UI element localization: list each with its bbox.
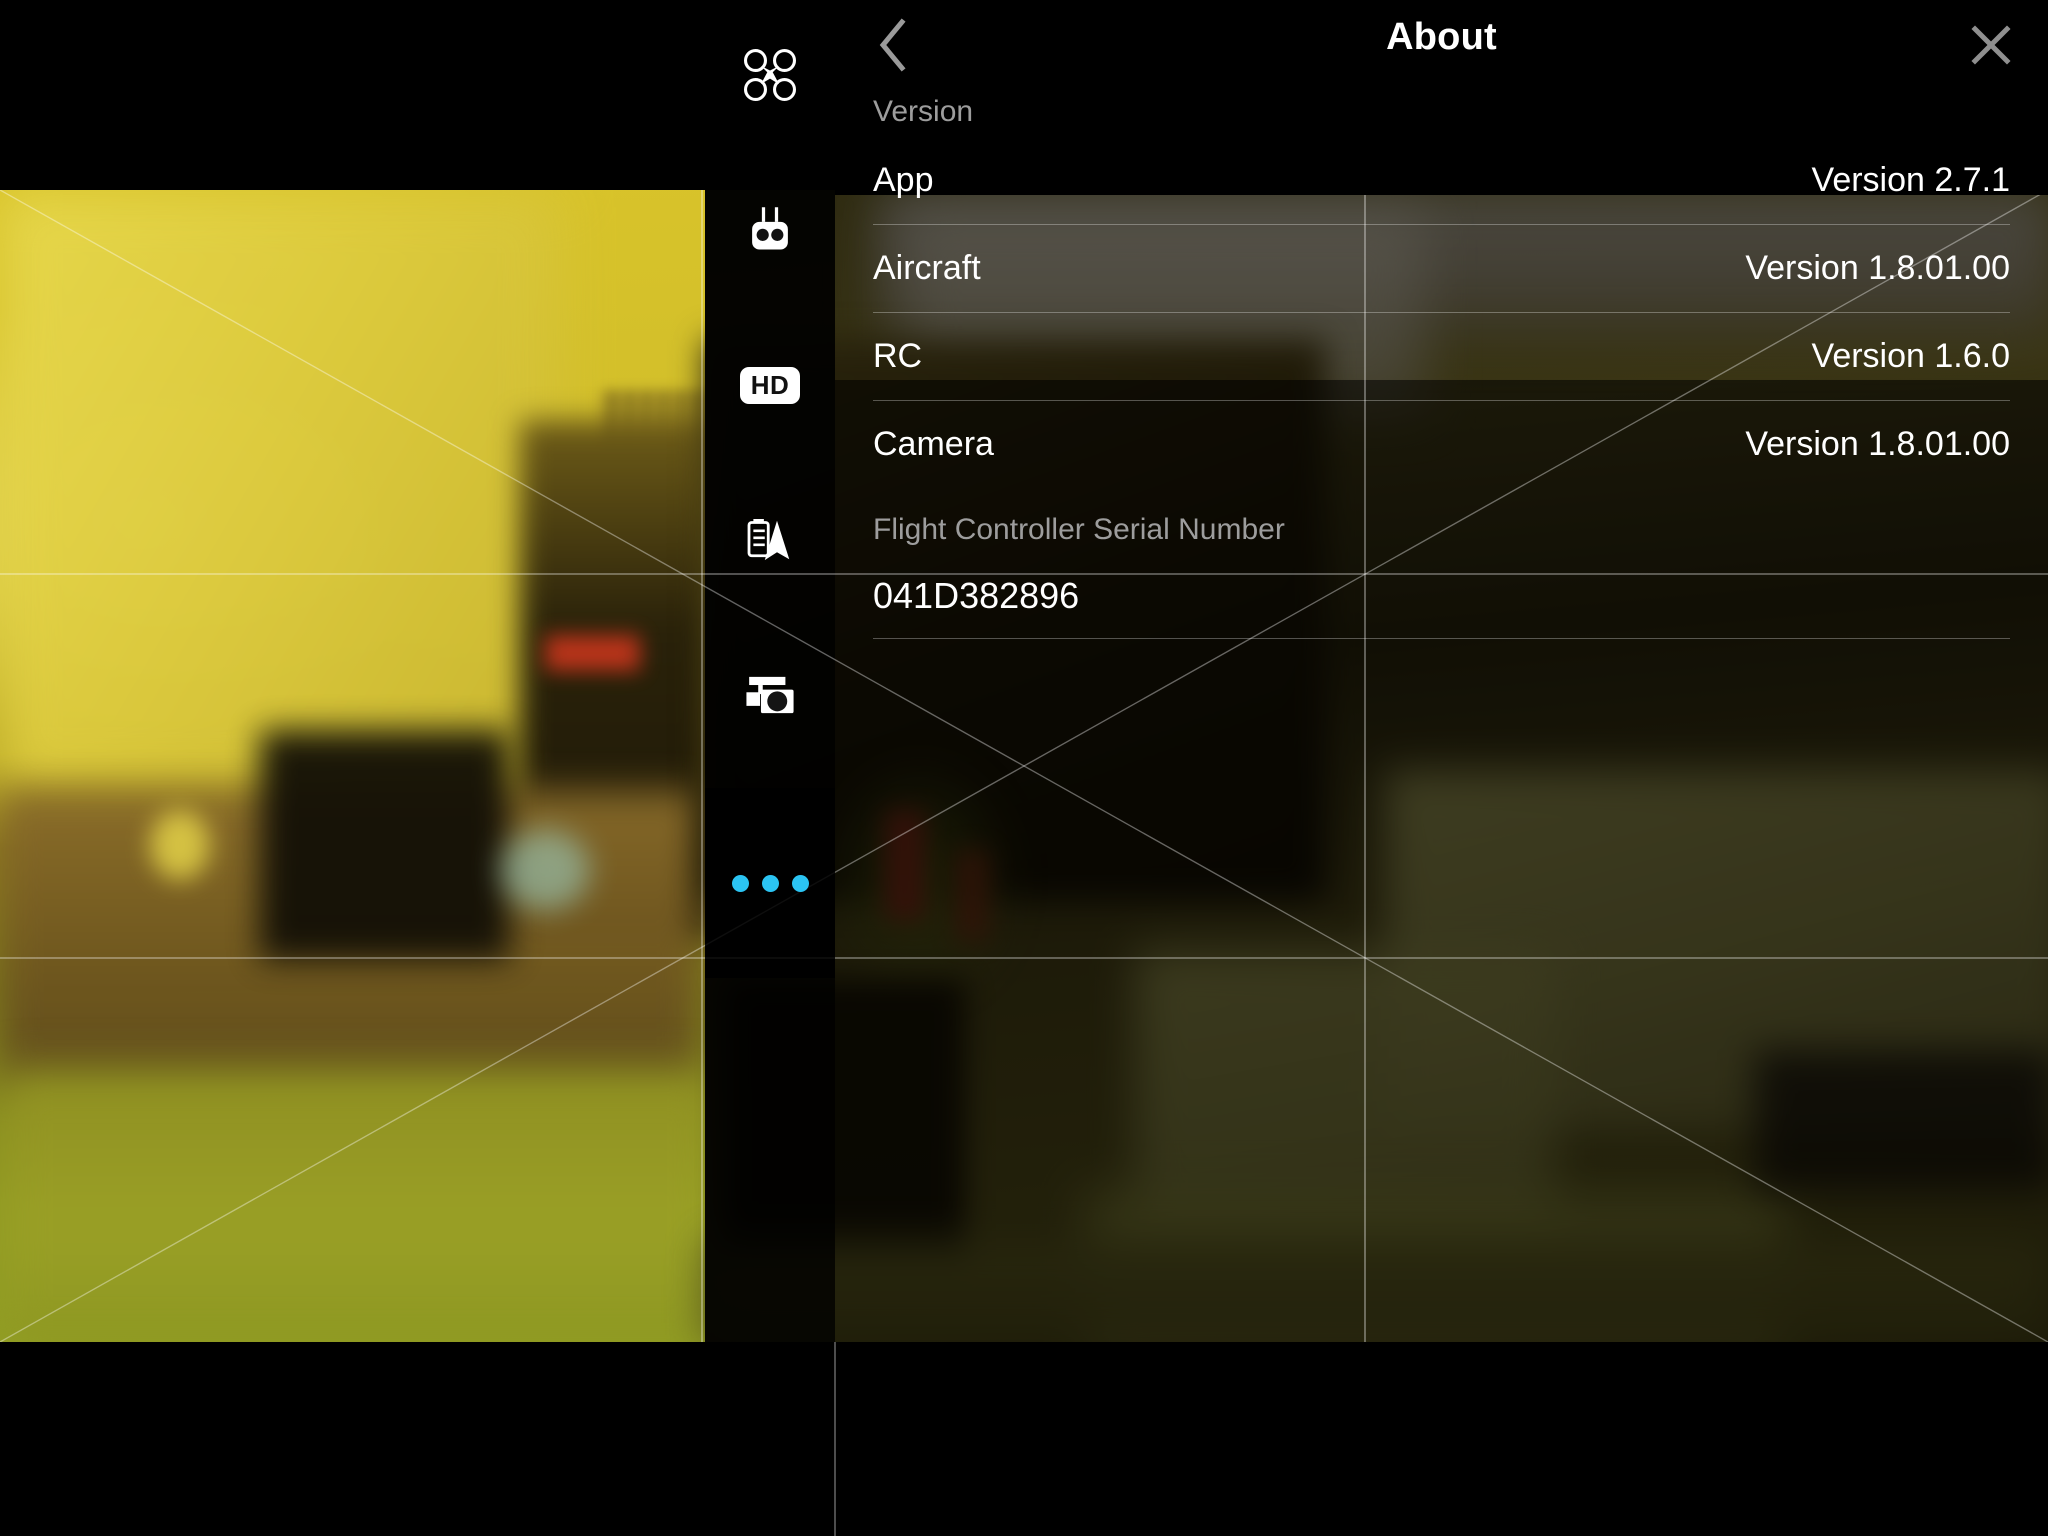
drone-icon	[743, 48, 797, 102]
serial-number-value: 041D382896	[873, 575, 1080, 616]
close-icon	[1971, 25, 2011, 65]
app-screen: HD About Version App Version 2.7.1 Aircr…	[0, 0, 2048, 1536]
sidebar-item-remote-controller[interactable]	[705, 165, 835, 295]
hd-badge-icon: HD	[739, 366, 801, 404]
row-value: Version 1.6.0	[1811, 336, 2010, 375]
close-button[interactable]	[1956, 10, 2026, 80]
row-value: Version 2.7.1	[1811, 160, 2010, 199]
row-divider	[873, 638, 2010, 639]
gimbal-camera-icon	[746, 676, 794, 714]
feed-yellow-object	[150, 810, 210, 880]
feed-wall	[0, 190, 560, 790]
row-label: RC	[873, 336, 923, 375]
feed-blue-object	[500, 830, 590, 910]
tool-sidebar: HD	[705, 0, 835, 1536]
feed-dark-box	[260, 730, 510, 960]
feed-floor	[0, 1070, 720, 1342]
sidebar-item-gimbal-camera[interactable]	[705, 630, 835, 760]
about-panel: About Version App Version 2.7.1 Aircraft…	[835, 0, 2048, 1536]
feed-red-object	[545, 635, 640, 671]
sidebar-item-image-quality[interactable]: HD	[705, 320, 835, 450]
about-row-app[interactable]: App Version 2.7.1	[835, 136, 2048, 224]
version-section-label: Version	[873, 95, 974, 128]
row-value: Version 1.8.01.00	[1745, 248, 2010, 287]
row-label: App	[873, 160, 934, 199]
about-row-rc[interactable]: RC Version 1.6.0	[835, 312, 2048, 400]
feed-region-left	[0, 190, 720, 1342]
row-value: Version 1.8.01.00	[1745, 424, 2010, 463]
battery-nav-icon	[747, 519, 790, 561]
page-title: About	[1386, 16, 1497, 58]
sidebar-item-more[interactable]	[705, 788, 835, 978]
remote-controller-icon	[752, 207, 788, 250]
about-row-camera[interactable]: Camera Version 1.8.01.00	[835, 400, 2048, 488]
sidebar-item-aircraft[interactable]	[705, 10, 835, 140]
about-row-aircraft[interactable]: Aircraft Version 1.8.01.00	[835, 224, 2048, 312]
more-dots-icon	[731, 874, 809, 892]
row-label: Camera	[873, 424, 994, 463]
sidebar-item-battery[interactable]	[705, 475, 835, 605]
serial-section-label: Flight Controller Serial Number	[873, 513, 1285, 546]
row-label: Aircraft	[873, 248, 981, 287]
